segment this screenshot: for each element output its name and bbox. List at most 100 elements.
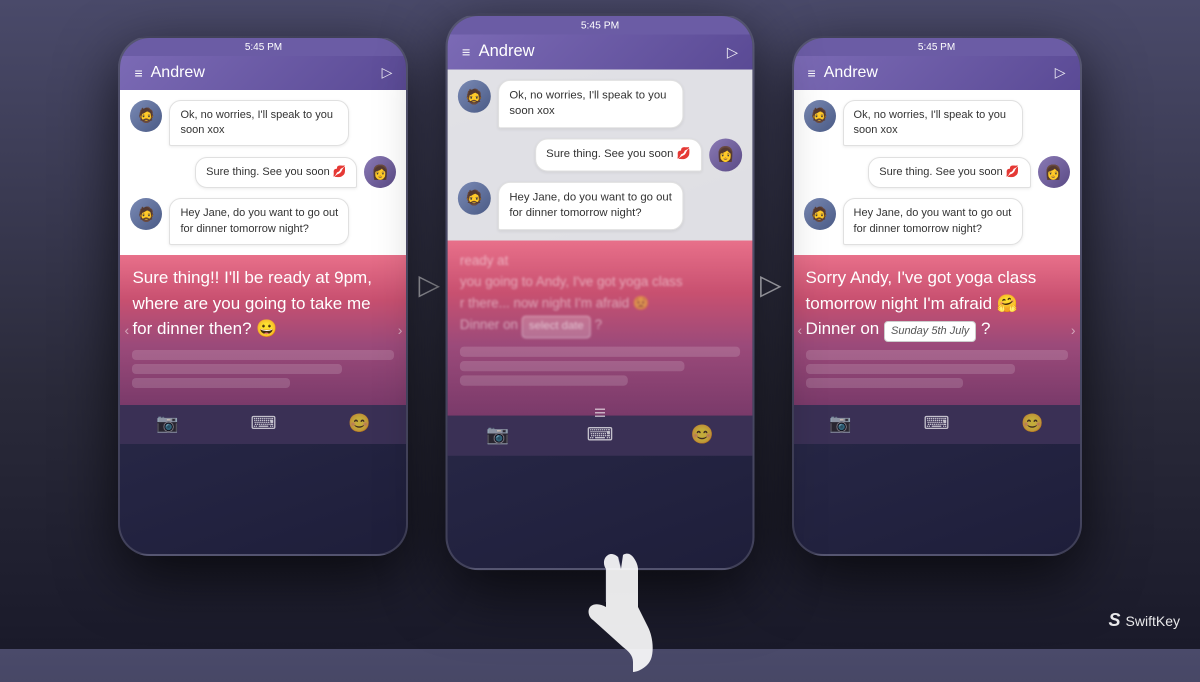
send-icon-middle[interactable] <box>727 43 738 61</box>
keyboard-icon-right[interactable]: ⌨ <box>924 413 950 434</box>
chat-header-left: Andrew <box>120 56 406 90</box>
avatar-andrew-2-mid: 🧔 <box>458 182 491 215</box>
suggestion-row-m2 <box>460 361 684 371</box>
bubble-sent-1-mid: Sure thing. See you soon 💋 <box>535 139 702 171</box>
avatar-andrew-2-left: 🧔 <box>130 198 162 230</box>
menu-icon-left[interactable] <box>134 65 142 81</box>
swipe-right-icon-right: › <box>1071 322 1076 338</box>
swiftkey-s-icon: S <box>1109 610 1121 631</box>
phone-right-wrapper: 5:45 PM Andrew 🧔 Ok, no worries, I'll sp… <box>792 36 1082 614</box>
contact-name-left: Andrew <box>151 64 205 82</box>
chat-header-middle: Andrew <box>448 34 753 69</box>
contact-name-middle: Andrew <box>479 43 535 62</box>
camera-icon-left[interactable]: 📷 <box>156 413 178 434</box>
swipe-left-icon: ‹ <box>124 322 129 338</box>
emoji-icon-left[interactable]: 😊 <box>348 413 370 434</box>
menu-icon-middle[interactable] <box>462 44 470 60</box>
send-icon-left[interactable] <box>382 64 393 81</box>
swiftkey-logo: S SwiftKey <box>1109 610 1180 631</box>
keyboard-suggestion-middle: ready at you going to Andy, I've got yog… <box>448 240 753 415</box>
phone-left-wrapper: 5:45 PM Andrew 🧔 Ok, no worries, I'll sp… <box>118 36 408 614</box>
keyboard-icon-mid[interactable]: ⌨ <box>587 423 614 445</box>
emoji-icon-mid[interactable]: 😊 <box>691 423 714 445</box>
status-bar-left: 5:45 PM <box>120 38 406 56</box>
suggestion-rows-mid <box>460 346 740 385</box>
suggestion-row-m3 <box>460 375 628 385</box>
phone-toolbar-right: 📷 ⌨ 😊 <box>794 405 1080 444</box>
swiftkey-name: SwiftKey <box>1126 613 1180 629</box>
suggestion-row-r3 <box>806 378 963 388</box>
suggestion-text-left: Sure thing!! I'll be ready at 9pm, where… <box>132 265 394 342</box>
msg-received-1-left: 🧔 Ok, no worries, I'll speak to you soon… <box>130 100 396 147</box>
msg-received-2-mid: 🧔 Hey Jane, do you want to go out for di… <box>458 182 742 230</box>
msg-sent-1-mid: Sure thing. See you soon 💋 👩 <box>458 138 742 171</box>
suggestion-text-right: Sorry Andy, I've got yoga class tomorrow… <box>806 265 1068 342</box>
bubble-received-1-right: Ok, no worries, I'll speak to you soon x… <box>843 100 1023 147</box>
suggestion-row-3 <box>132 378 289 388</box>
suggestion-rows-left <box>132 350 394 388</box>
avatar-andrew-1-left: 🧔 <box>130 100 162 132</box>
swipe-left-icon-right: ‹ <box>798 322 803 338</box>
contact-name-right: Andrew <box>824 64 878 82</box>
avatar-andrew-2-right: 🧔 <box>804 198 836 230</box>
bubble-received-2-left: Hey Jane, do you want to go out for dinn… <box>169 198 349 245</box>
send-icon-right[interactable] <box>1055 64 1066 81</box>
bubble-received-2-right: Hey Jane, do you want to go out for dinn… <box>843 198 1023 245</box>
arrow-1: ▷ <box>418 268 440 381</box>
keyboard-suggestion-left: ‹ › Sure thing!! I'll be ready at 9pm, w… <box>120 255 406 405</box>
camera-icon-right[interactable]: 📷 <box>829 413 851 434</box>
camera-icon-mid[interactable]: 📷 <box>486 423 509 445</box>
avatar-jane-right: 👩 <box>1038 156 1070 188</box>
header-middle-section: Andrew <box>462 43 535 62</box>
status-bar-right: 5:45 PM <box>794 38 1080 56</box>
header-left-section: Andrew <box>134 64 204 82</box>
phone-right: 5:45 PM Andrew 🧔 Ok, no worries, I'll sp… <box>792 36 1082 556</box>
bubble-received-1-mid: Ok, no worries, I'll speak to you soon x… <box>498 80 683 128</box>
bubble-sent-1-right: Sure thing. See you soon 💋 <box>868 157 1030 188</box>
header-right-section: Andrew <box>808 64 878 82</box>
bubble-received-1-left: Ok, no worries, I'll speak to you soon x… <box>169 100 349 147</box>
phone-middle-wrapper: 5:45 PM Andrew 🧔 Ok, no worries, I'll sp… <box>450 22 750 627</box>
bubble-received-2-mid: Hey Jane, do you want to go out for dinn… <box>498 182 683 230</box>
suggestion-row-r2 <box>806 364 1016 374</box>
suggestion-row-2 <box>132 364 342 374</box>
phone-toolbar-left: 📷 ⌨ 😊 <box>120 405 406 444</box>
date-highlight-right[interactable]: Sunday 5th July <box>884 321 976 342</box>
suggestion-row-m1 <box>460 346 740 356</box>
chat-header-right: Andrew <box>794 56 1080 90</box>
keyboard-suggestion-right: ‹ › Sorry Andy, I've got yoga class tomo… <box>794 255 1080 405</box>
status-time-middle: 5:45 PM <box>581 20 619 31</box>
bubble-sent-1-left: Sure thing. See you soon 💋 <box>195 157 357 188</box>
status-time-right: 5:45 PM <box>918 42 955 53</box>
chat-body-left: 🧔 Ok, no worries, I'll speak to you soon… <box>120 90 406 256</box>
phone-middle: 5:45 PM Andrew 🧔 Ok, no worries, I'll sp… <box>446 14 755 570</box>
suggestion-row-r1 <box>806 350 1068 360</box>
suggestion-rows-right <box>806 350 1068 388</box>
scroll-indicator: ≡ <box>594 402 606 426</box>
msg-sent-1-left: Sure thing. See you soon 💋 👩 <box>130 156 396 188</box>
avatar-jane-mid: 👩 <box>709 138 742 171</box>
menu-icon-right[interactable] <box>808 65 816 81</box>
swipe-right-icon: › <box>398 322 403 338</box>
avatar-andrew-1-mid: 🧔 <box>458 80 491 113</box>
chat-body-right: 🧔 Ok, no worries, I'll speak to you soon… <box>794 90 1080 256</box>
msg-sent-1-right: Sure thing. See you soon 💋 👩 <box>804 156 1070 188</box>
status-time-left: 5:45 PM <box>245 42 282 53</box>
hand-cursor <box>573 547 663 682</box>
chat-body-middle: 🧔 Ok, no worries, I'll speak to you soon… <box>448 70 753 241</box>
msg-received-1-mid: 🧔 Ok, no worries, I'll speak to you soon… <box>458 80 742 128</box>
scene: 5:45 PM Andrew 🧔 Ok, no worries, I'll sp… <box>0 0 1200 649</box>
emoji-icon-right[interactable]: 😊 <box>1021 413 1043 434</box>
arrow-2: ▷ <box>760 268 782 381</box>
blurred-text-mid: ready at you going to Andy, I've got yog… <box>460 250 740 338</box>
avatar-andrew-1-right: 🧔 <box>804 100 836 132</box>
phone-left: 5:45 PM Andrew 🧔 Ok, no worries, I'll sp… <box>118 36 408 556</box>
avatar-jane-left: 👩 <box>364 156 396 188</box>
suggestion-row-1 <box>132 350 394 360</box>
select-date-mid[interactable]: select date <box>522 316 591 338</box>
msg-received-2-right: 🧔 Hey Jane, do you want to go out for di… <box>804 198 1070 245</box>
msg-received-2-left: 🧔 Hey Jane, do you want to go out for di… <box>130 198 396 245</box>
msg-received-1-right: 🧔 Ok, no worries, I'll speak to you soon… <box>804 100 1070 147</box>
keyboard-icon-left[interactable]: ⌨ <box>250 413 276 434</box>
status-bar-middle: 5:45 PM <box>448 16 753 35</box>
